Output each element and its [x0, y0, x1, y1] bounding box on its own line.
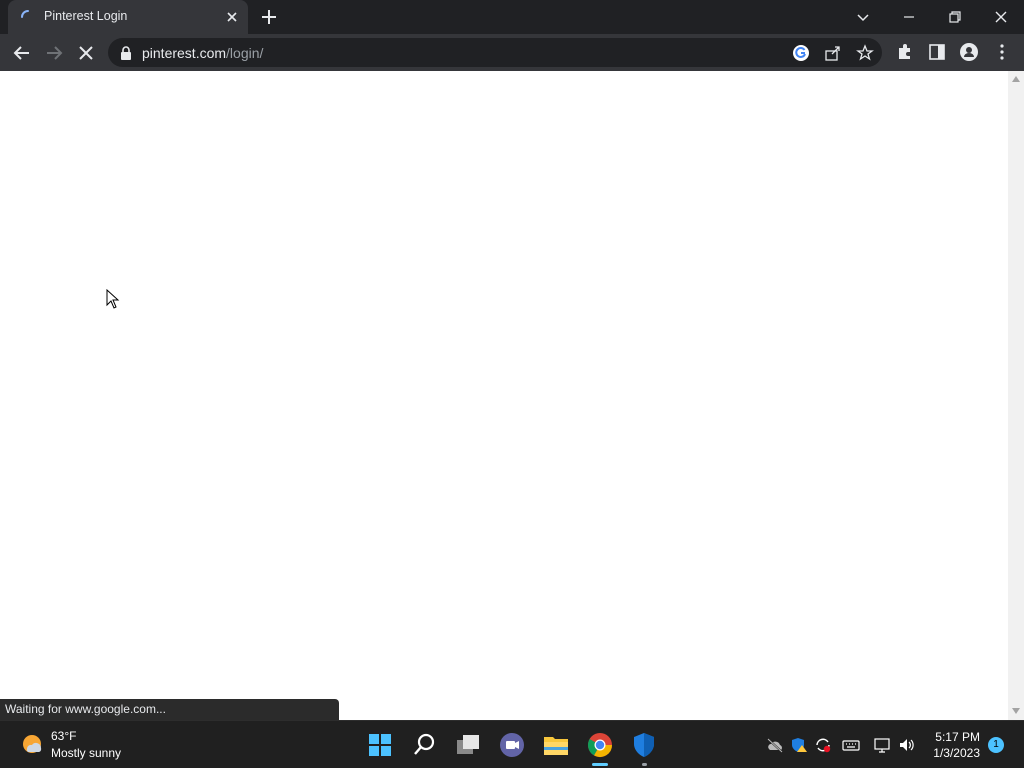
vertical-scrollbar[interactable]: [1008, 71, 1024, 720]
browser-titlebar: Pinterest Login: [0, 0, 1024, 34]
minimize-button[interactable]: [898, 6, 920, 28]
status-bubble: Waiting for www.google.com...: [0, 699, 339, 720]
address-bar[interactable]: pinterest.com/login/: [108, 38, 882, 67]
url-domain: pinterest.com: [142, 45, 227, 61]
forward-button[interactable]: [43, 42, 65, 64]
browser-toolbar: pinterest.com/login/: [0, 34, 1024, 71]
profile-icon[interactable]: [959, 42, 979, 62]
weather-description[interactable]: Mostly sunny: [51, 746, 121, 760]
onedrive-offline-icon[interactable]: [766, 737, 784, 753]
chrome-icon[interactable]: [584, 729, 616, 761]
notification-badge[interactable]: 1: [988, 737, 1004, 753]
google-icon[interactable]: [792, 44, 810, 62]
scroll-down-arrow-icon[interactable]: [1012, 708, 1020, 714]
mouse-cursor-icon: [106, 289, 120, 309]
share-icon[interactable]: [824, 44, 842, 62]
task-view-icon[interactable]: [452, 729, 484, 761]
loading-spinner-icon: [21, 10, 29, 18]
url-text[interactable]: pinterest.com/login/: [142, 45, 263, 61]
tab-search-icon[interactable]: [852, 6, 874, 28]
stop-loading-button[interactable]: [75, 42, 97, 64]
bookmark-star-icon[interactable]: [856, 44, 874, 62]
restore-button[interactable]: [944, 6, 966, 28]
file-explorer-icon[interactable]: [540, 729, 572, 761]
close-window-button[interactable]: [990, 6, 1012, 28]
chrome-active-indicator: [592, 763, 608, 766]
defender-running-indicator: [642, 763, 647, 766]
keyboard-icon[interactable]: [842, 737, 860, 753]
page-viewport[interactable]: [0, 71, 1008, 720]
clock-time[interactable]: 5:17 PM: [935, 730, 980, 744]
tab-title: Pinterest Login: [44, 9, 128, 23]
url-path: /login/: [226, 45, 264, 61]
network-icon[interactable]: [873, 737, 891, 753]
tab-pinterest-login[interactable]: Pinterest Login: [8, 0, 248, 34]
windows-start-icon[interactable]: [364, 729, 396, 761]
extensions-puzzle-icon[interactable]: [895, 42, 915, 62]
close-tab-icon[interactable]: [224, 9, 240, 25]
menu-kebab-icon[interactable]: [992, 42, 1012, 62]
new-tab-button[interactable]: [259, 7, 279, 27]
windows-taskbar: 63°F Mostly sunny 5:17 PM 1/3/2023 1: [0, 720, 1024, 768]
security-warning-icon[interactable]: [790, 737, 808, 753]
volume-icon[interactable]: [898, 737, 916, 753]
lock-icon[interactable]: [120, 46, 132, 60]
back-button[interactable]: [11, 42, 33, 64]
search-icon[interactable]: [408, 729, 440, 761]
windows-security-shield-icon[interactable]: [628, 729, 660, 761]
weather-temperature[interactable]: 63°F: [51, 729, 76, 743]
teams-chat-icon[interactable]: [496, 729, 528, 761]
sync-alert-icon[interactable]: [814, 737, 832, 753]
scroll-up-arrow-icon[interactable]: [1012, 76, 1020, 82]
weather-sun-cloud-icon[interactable]: [20, 732, 44, 756]
side-panel-icon[interactable]: [927, 42, 947, 62]
clock-date[interactable]: 1/3/2023: [933, 746, 980, 760]
